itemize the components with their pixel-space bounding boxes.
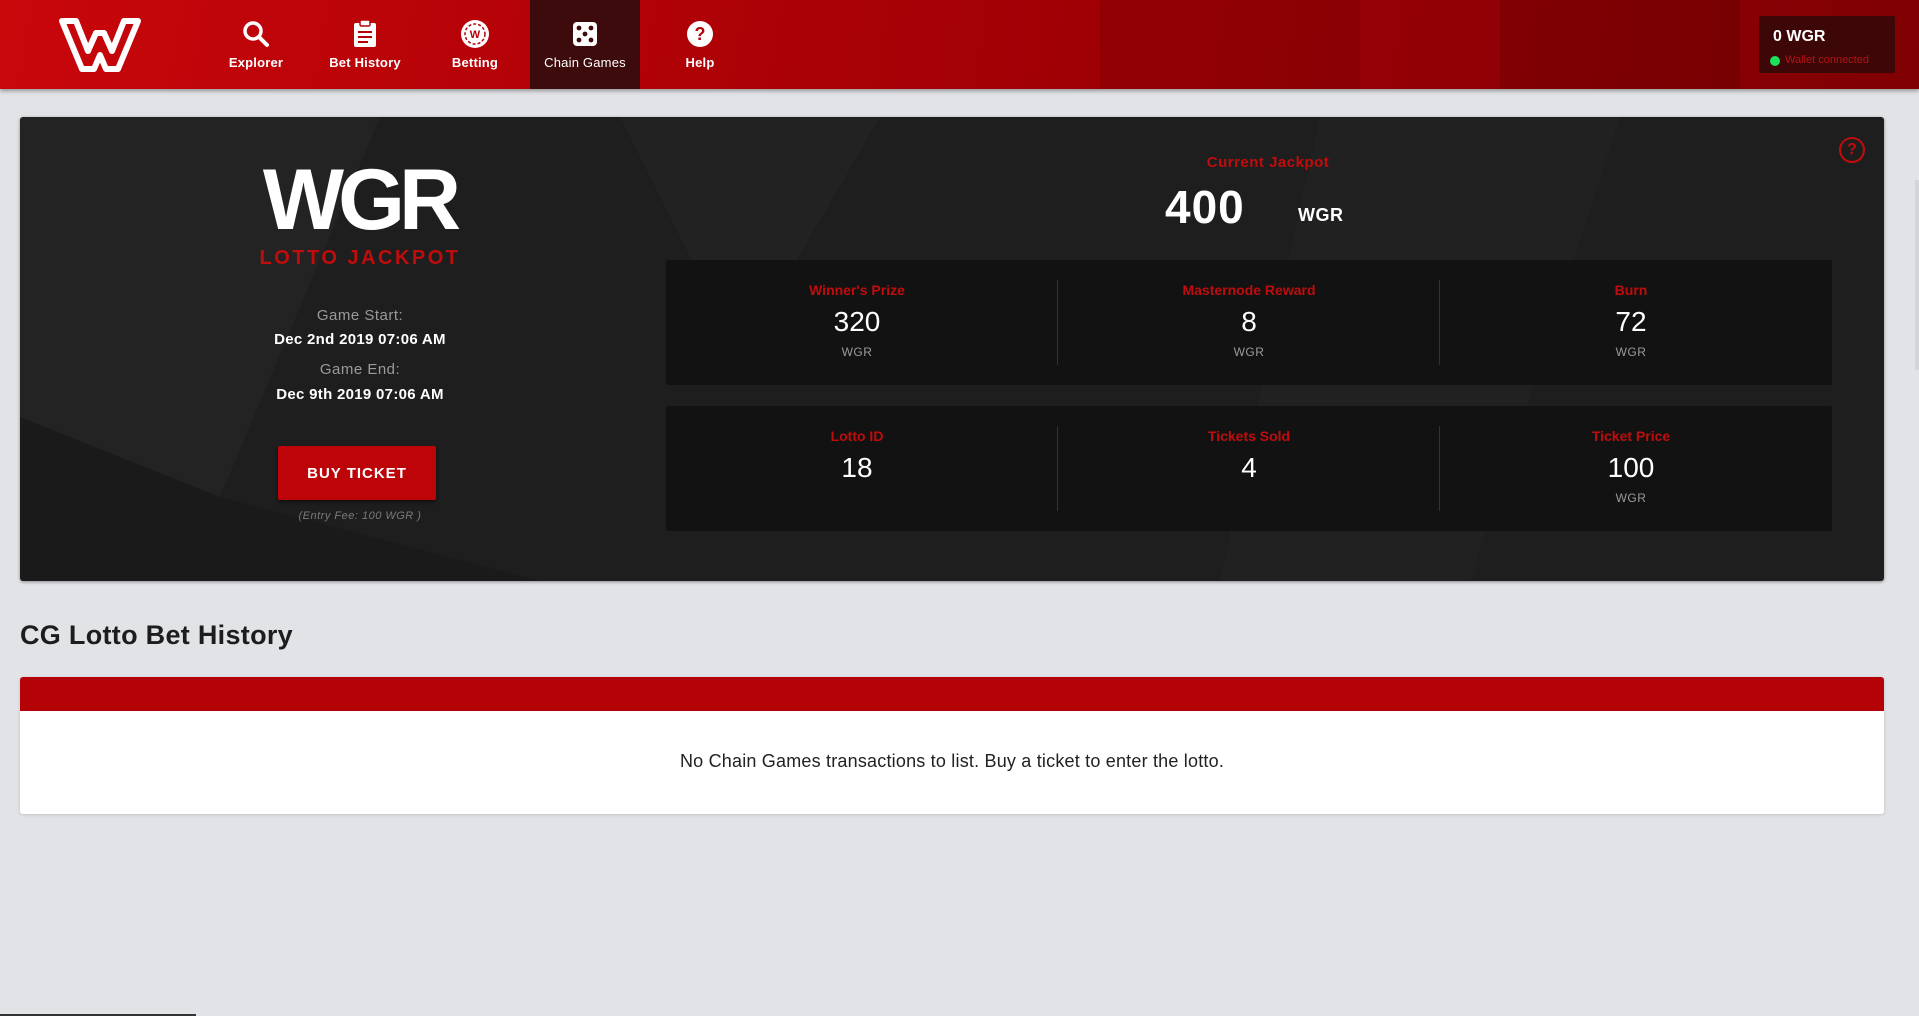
nav-explorer-label: Explorer	[228, 55, 284, 70]
game-start-value: Dec 2nd 2019 07:06 AM	[274, 331, 446, 348]
dice-icon	[570, 19, 600, 49]
wallet-widget[interactable]: 0 WGR Wallet connected	[1759, 16, 1895, 73]
stat-value: 72	[1615, 306, 1647, 337]
nav-explorer[interactable]: Explorer	[201, 0, 311, 89]
wagerr-logo[interactable]	[58, 17, 142, 73]
scrollbar[interactable]	[1915, 180, 1919, 370]
stat-label: Burn	[1614, 282, 1648, 298]
nav-help[interactable]: ? Help	[645, 0, 755, 89]
svg-text:?: ?	[695, 24, 706, 44]
bet-history-title: CG Lotto Bet History	[20, 620, 293, 650]
nav-chain-games[interactable]: Chain Games	[530, 0, 640, 89]
stat-value: 100	[1607, 452, 1655, 483]
stat-value: 4	[1241, 452, 1257, 483]
nav-betting[interactable]: W Betting	[420, 0, 530, 89]
tickets-sold-stat: Tickets Sold 4	[1058, 406, 1440, 531]
stat-unit: WGR	[1615, 491, 1647, 505]
stat-label: Lotto ID	[830, 428, 884, 444]
search-icon	[241, 19, 271, 49]
nav-bet-history[interactable]: Bet History	[310, 0, 420, 89]
entry-fee-note: (Entry Fee: 100 WGR )	[298, 510, 422, 522]
nav-betting-label: Betting	[451, 55, 499, 70]
stat-label: Masternode Reward	[1182, 282, 1316, 298]
question-icon: ?	[685, 19, 715, 49]
lotto-title: LOTTO JACKPOT	[259, 247, 461, 269]
stat-value: 8	[1241, 306, 1257, 337]
header-decoration	[1500, 0, 1740, 89]
header-decoration	[1100, 0, 1360, 89]
wallet-status: Wallet connected	[1785, 54, 1869, 66]
clipboard-icon	[350, 19, 380, 49]
wallet-balance: 0 WGR	[1773, 28, 1826, 45]
winners-prize-stat: Winner's Prize 320 WGR	[666, 260, 1048, 385]
stat-unit: WGR	[1615, 345, 1647, 359]
nav-chain-games-label: Chain Games	[544, 55, 626, 70]
burn-stat: Burn 72 WGR	[1440, 260, 1822, 385]
stat-value: 18	[841, 452, 873, 483]
lotto-id-stat: Lotto ID 18	[666, 406, 1048, 531]
game-end-value: Dec 9th 2019 07:06 AM	[276, 386, 444, 403]
nav-help-label: Help	[685, 55, 715, 70]
stat-unit: WGR	[841, 345, 873, 359]
lotto-help-icon[interactable]: ?	[1839, 137, 1865, 163]
wgr-lotto-logo: WGR	[245, 152, 474, 248]
table-header	[20, 677, 1884, 711]
svg-text:WGR: WGR	[263, 159, 460, 237]
stat-label: Winner's Prize	[809, 282, 905, 298]
bet-history-table: No Chain Games transactions to list. Buy…	[20, 677, 1884, 814]
nav-bet-history-label: Bet History	[329, 55, 401, 70]
stat-label: Ticket Price	[1591, 428, 1671, 444]
ticket-price-stat: Ticket Price 100 WGR	[1440, 406, 1822, 531]
buy-ticket-button[interactable]: BUY TICKET	[278, 446, 436, 500]
masternode-reward-stat: Masternode Reward 8 WGR	[1058, 260, 1440, 385]
current-jackpot-value: 400	[1165, 181, 1245, 233]
svg-text:W: W	[470, 29, 481, 41]
wallet-status-dot	[1770, 56, 1780, 66]
top-navbar: Explorer Bet History W Betting Chain Gam…	[0, 0, 1919, 89]
stat-unit: WGR	[1233, 345, 1265, 359]
stat-label: Tickets Sold	[1207, 428, 1291, 444]
prize-breakdown-box: Winner's Prize 320 WGR Masternode Reward…	[666, 260, 1832, 385]
empty-table-message: No Chain Games transactions to list. Buy…	[679, 751, 1225, 771]
game-start-label: Game Start:	[316, 307, 404, 324]
lotto-jackpot-panel: WGR LOTTO JACKPOT Game Start: Dec 2nd 20…	[20, 117, 1884, 581]
current-jackpot-label: Current Jackpot	[1206, 154, 1330, 171]
wgr-chip-icon: W	[460, 19, 490, 49]
lotto-details-box: Lotto ID 18 Tickets Sold 4 Ticket Price …	[666, 406, 1832, 531]
game-end-label: Game End:	[319, 361, 401, 378]
current-jackpot-unit: WGR	[1298, 205, 1344, 225]
stat-value: 320	[833, 306, 881, 337]
